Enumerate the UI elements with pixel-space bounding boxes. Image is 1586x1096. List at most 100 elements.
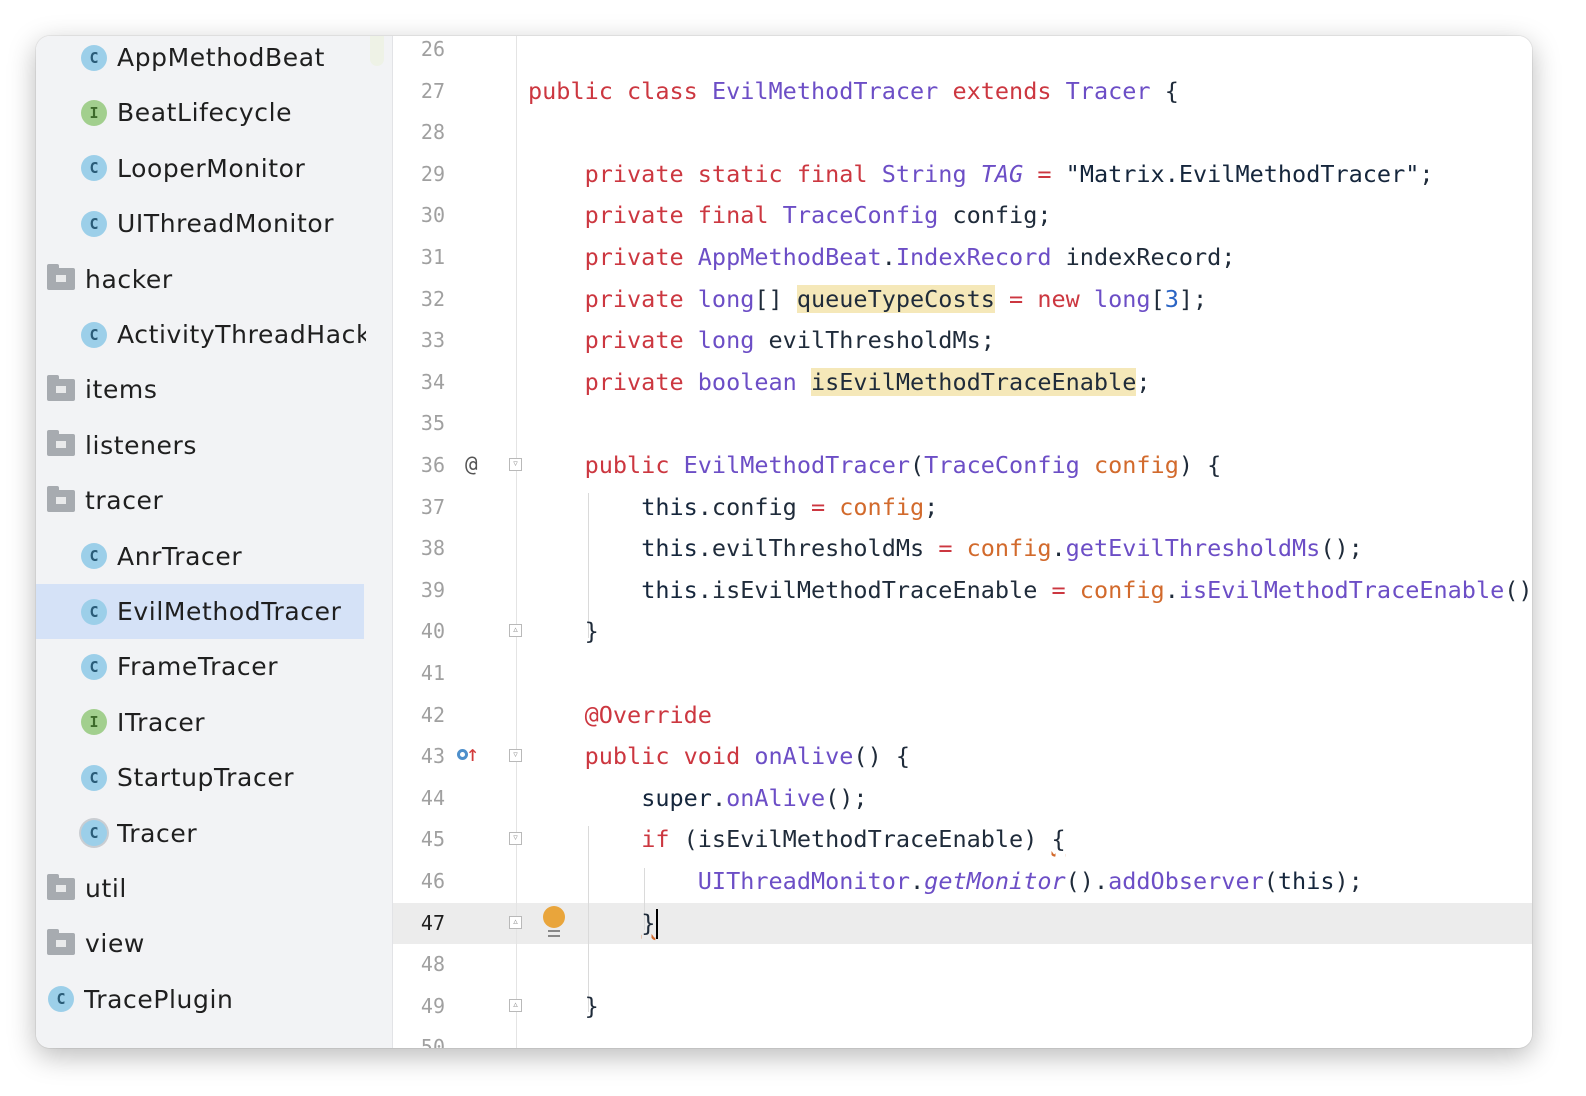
code-line[interactable]: 43 ↑ ▿ public void onAlive() { <box>393 735 1532 777</box>
code-token: private final <box>584 201 783 230</box>
code-token: isEvilMethodTraceEnable <box>810 367 1137 396</box>
code-token: this <box>641 534 698 563</box>
tree-item-util[interactable]: util <box>36 861 366 916</box>
code-token: @Override <box>584 700 712 729</box>
line-number: 27 <box>420 78 445 103</box>
code-line[interactable]: 42 @Override <box>393 694 1532 736</box>
code-token: private <box>584 367 698 396</box>
tree-item-items[interactable]: items <box>36 362 366 417</box>
code-editor[interactable]: 26 27 public class EvilMethodTracer extend… <box>393 36 1532 1048</box>
fold-collapse-icon[interactable]: ▵ <box>509 998 522 1012</box>
fold-collapse-icon[interactable]: ▵ <box>509 624 522 638</box>
code-line[interactable]: 34 private boolean isEvilMethodTraceEnab… <box>393 361 1532 403</box>
code-token: private static final <box>584 159 882 188</box>
tree-item-label: BeatLifecycle <box>117 98 293 128</box>
code-text: private static final String TAG = "Matri… <box>528 158 1434 190</box>
text-cursor <box>656 909 659 940</box>
code-line[interactable]: 29 private static final String TAG = "Ma… <box>393 153 1532 195</box>
tree-item-loopermonitor[interactable]: C LooperMonitor <box>36 141 366 196</box>
code-token: AppMethodBeat <box>697 243 882 271</box>
code-line[interactable]: 37 this.config = config; <box>393 486 1532 528</box>
line-number: 26 <box>420 37 445 61</box>
line-number: 35 <box>420 411 445 436</box>
overrides-method-icon[interactable]: ↑ <box>457 741 479 767</box>
class-icon: C <box>81 653 107 680</box>
code-line[interactable]: 26 <box>393 36 1532 70</box>
code-text: private long[] queueTypeCosts = new long… <box>528 283 1207 315</box>
tree-item-beatlifecycle[interactable]: I BeatLifecycle <box>36 85 366 140</box>
code-line[interactable]: 36 @ ▿ public EvilMethodTracer(TraceConfig… <box>393 444 1532 486</box>
tree-item-activitythreadhack[interactable]: C ActivityThreadHack <box>36 307 366 362</box>
fold-expand-icon[interactable]: ▿ <box>509 832 522 846</box>
tree-item-appmethodbeat[interactable]: C AppMethodBeat <box>36 36 366 85</box>
code-token: if <box>641 825 684 854</box>
line-number: 31 <box>420 245 445 269</box>
code-text: } <box>528 907 659 940</box>
code-line[interactable]: 47 ▵ } <box>393 902 1532 944</box>
code-token: (); <box>1320 534 1363 563</box>
ide-window: C AppMethodBeat I BeatLifecycle C LooperMonit… <box>36 36 1532 1048</box>
tree-item-itracer[interactable]: I ITracer <box>36 695 366 750</box>
code-text: public class EvilMethodTracer extends Tr… <box>528 75 1179 107</box>
line-number: 47 <box>420 910 445 935</box>
code-token: IndexRecord <box>895 243 1066 271</box>
fold-expand-icon[interactable]: ▿ <box>509 749 522 763</box>
code-line[interactable]: 33 private long evilThresholdMs; <box>393 319 1532 361</box>
tree-item-label: TracePlugin <box>84 984 234 1014</box>
code-line[interactable]: 32 private long[] queueTypeCosts = new l… <box>393 278 1532 320</box>
tree-item-label: LooperMonitor <box>117 153 306 183</box>
code-line[interactable]: 31 private AppMethodBeat.IndexRecord ind… <box>393 236 1532 278</box>
tree-item-label: items <box>85 375 158 405</box>
annotation-gutter-icon[interactable]: @ <box>465 452 478 476</box>
interface-icon: I <box>81 709 107 736</box>
tree-scrollbar[interactable] <box>370 36 384 66</box>
tree-item-hacker[interactable]: hacker <box>36 252 366 307</box>
code-token: ; <box>924 492 939 521</box>
code-line[interactable]: 28 <box>393 111 1532 153</box>
code-line[interactable]: 50 <box>393 1026 1532 1048</box>
tree-item-traceplugin[interactable]: C TracePlugin <box>36 972 366 1027</box>
fold-collapse-icon[interactable]: ▵ <box>509 915 522 929</box>
code-token: indexRecord; <box>1065 243 1236 271</box>
code-token: ]; <box>1178 284 1208 313</box>
tree-item-uithreadmonitor[interactable]: C UIThreadMonitor <box>36 196 366 251</box>
code-token: config <box>839 492 925 521</box>
tree-item-evilmethodtracer[interactable]: C EvilMethodTracer <box>36 584 364 639</box>
code-line[interactable]: 38 this.evilThresholdMs = config.getEvil… <box>393 527 1532 569</box>
code-line[interactable]: 44 super.onAlive(); <box>393 777 1532 819</box>
code-line[interactable]: 48 <box>393 943 1532 985</box>
code-token: } <box>528 991 599 1020</box>
tree-item-listeners[interactable]: listeners <box>36 418 366 473</box>
code-line[interactable]: 41 <box>393 652 1532 694</box>
tree-item-tracer[interactable]: C Tracer <box>36 806 366 861</box>
code-token: . <box>881 243 896 271</box>
tree-item-anrtracer[interactable]: C AnrTracer <box>36 529 366 584</box>
tree-item-startuptracer[interactable]: C StartupTracer <box>36 750 366 805</box>
line-number: 36 <box>420 453 445 477</box>
code-line[interactable]: 46 UIThreadMonitor.getMonitor().addObser… <box>393 860 1532 902</box>
code-token: getEvilThresholdMs <box>1065 534 1321 563</box>
code-token: . <box>711 783 727 812</box>
code-line[interactable]: 39 this.isEvilMethodTraceEnable = config… <box>393 569 1532 611</box>
code-line[interactable]: 35 <box>393 402 1532 444</box>
code-line[interactable]: 49 ▵ } <box>393 985 1532 1027</box>
code-token: private <box>584 243 698 271</box>
code-text: public EvilMethodTracer(TraceConfig conf… <box>528 449 1222 481</box>
code-line[interactable]: 30 private final TraceConfig config; <box>393 194 1532 236</box>
code-line[interactable]: 45 ▿ if (isEvilMethodTraceEnable) { <box>393 818 1532 860</box>
tree-item-view[interactable]: view <box>36 916 366 971</box>
code-line[interactable]: 40 ▵ } <box>393 610 1532 652</box>
code-token: addObserver <box>1108 867 1264 895</box>
fold-expand-icon[interactable]: ▿ <box>509 458 522 471</box>
code-line[interactable]: 27 public class EvilMethodTracer extends … <box>393 70 1532 112</box>
line-number: 42 <box>420 702 445 727</box>
tree-item-frametracer[interactable]: C FrameTracer <box>36 639 366 694</box>
code-token: ( <box>910 451 925 479</box>
line-number: 50 <box>420 1035 445 1048</box>
tree-item-tracer[interactable]: tracer <box>36 473 366 528</box>
code-token: super <box>641 783 712 812</box>
